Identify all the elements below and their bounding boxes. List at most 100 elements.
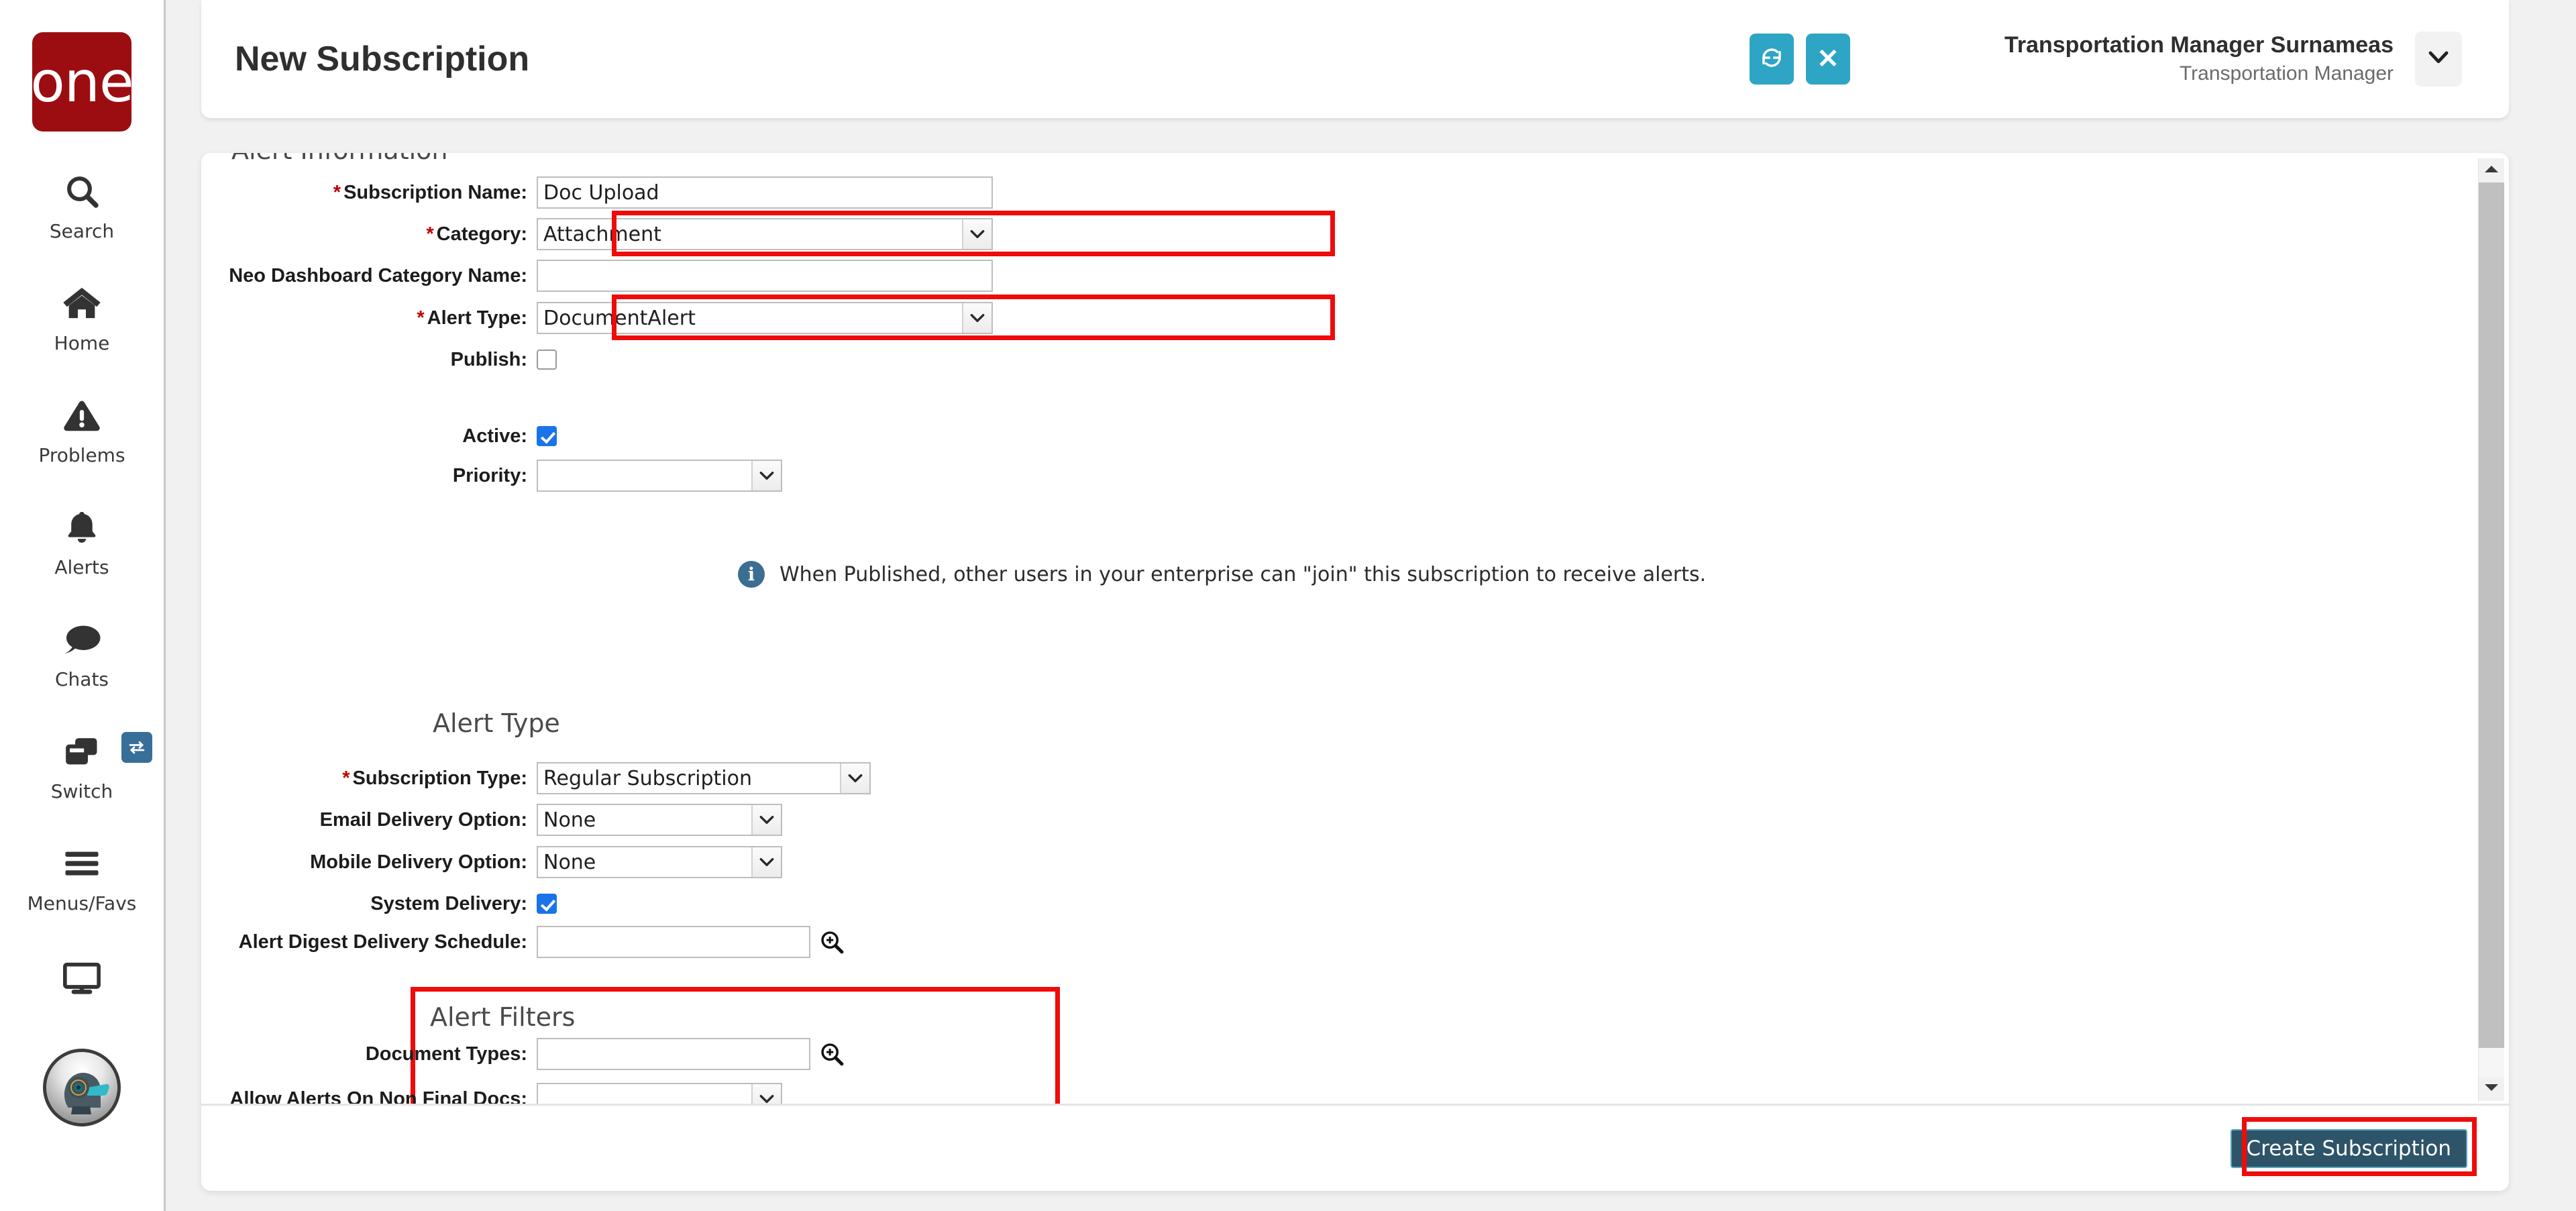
email-delivery-option-value: None <box>543 808 596 832</box>
label-text: Subscription Name: <box>343 181 527 203</box>
active-checkbox[interactable] <box>537 426 557 446</box>
one-logo[interactable]: one <box>30 32 134 131</box>
scrollbar-down-button[interactable] <box>2479 1077 2504 1101</box>
alert-type-section-heading: Alert Type <box>433 708 560 738</box>
document-types-input[interactable] <box>537 1038 810 1070</box>
field-row-mobile-delivery-option: Mobile Delivery Option: None <box>201 845 782 880</box>
chevron-down-icon[interactable] <box>751 847 781 877</box>
field-row-alert-type: * Alert Type: DocumentAlert <box>201 301 993 335</box>
alert-digest-delivery-schedule-input[interactable] <box>537 926 810 958</box>
field-row-system-delivery: System Delivery: <box>201 886 557 921</box>
caret-up-icon <box>2484 164 2499 177</box>
mobile-delivery-option-control: None <box>537 846 782 878</box>
field-row-priority: Priority: <box>201 458 782 493</box>
avatar[interactable] <box>43 1049 121 1126</box>
field-row-document-types: Document Types: <box>201 1037 845 1071</box>
page-title: New Subscription <box>235 40 530 78</box>
mobile-delivery-option-select[interactable]: None <box>537 846 782 878</box>
required-marker: * <box>342 767 350 789</box>
user-role: Transportation Manager <box>2179 62 2394 85</box>
chevron-down-icon <box>2427 49 2450 70</box>
subscription-type-value: Regular Subscription <box>543 766 753 790</box>
system-delivery-control <box>537 894 557 914</box>
close-button[interactable]: ✕ <box>1805 34 1850 85</box>
category-value: Attachment <box>543 222 661 246</box>
category-select[interactable]: Attachment <box>537 218 993 250</box>
sidebar-item-label: Switch <box>50 780 113 802</box>
field-row-category: * Category: Attachment <box>201 217 993 252</box>
allow-alerts-on-non-final-docs-label: Allow Alerts On Non Final Docs: <box>229 1088 527 1104</box>
label-text: Alert Type: <box>427 307 527 329</box>
neo-dashboard-category-name-input[interactable] <box>537 260 993 292</box>
logo-text: one <box>30 49 133 115</box>
user-info[interactable]: Transportation Manager Surnameas Transpo… <box>2004 32 2394 87</box>
magnifier-plus-icon[interactable] <box>818 929 845 955</box>
sidebar-item-search[interactable]: Search <box>0 169 165 242</box>
field-row-active: Active: <box>201 419 557 454</box>
required-marker: * <box>417 307 425 329</box>
priority-select[interactable] <box>537 460 782 492</box>
panel-footer: Create Subscription <box>201 1104 2509 1191</box>
alert-type-select[interactable]: DocumentAlert <box>537 302 993 334</box>
active-control <box>537 426 557 446</box>
content-scrollbar[interactable] <box>2478 158 2504 1101</box>
sidebar-item-monitor[interactable] <box>0 956 165 1007</box>
email-delivery-option-label: Email Delivery Option: <box>319 808 527 831</box>
allow-alerts-on-non-final-docs-select[interactable] <box>537 1083 782 1104</box>
sidebar-item-label: Home <box>54 332 110 354</box>
scrollbar-up-button[interactable] <box>2479 158 2504 182</box>
mobile-delivery-option-label: Mobile Delivery Option: <box>310 851 527 873</box>
magnifier-plus-icon[interactable] <box>818 1041 845 1067</box>
chevron-down-icon[interactable] <box>840 764 869 793</box>
scrollbar-thumb[interactable] <box>2479 182 2504 1048</box>
left-nav-rail: one Search Home Problems Alerts Chats Sw… <box>0 0 166 1211</box>
chevron-down-icon[interactable] <box>962 219 991 249</box>
label-text: Subscription Type: <box>352 767 527 789</box>
alert-information-heading: Alert Information <box>231 153 448 165</box>
system-delivery-checkbox[interactable] <box>537 894 557 914</box>
content-panel: Alert Information *Subscription Name: *C… <box>201 153 2509 1191</box>
publish-hint-text: When Published, other users in your ente… <box>780 562 1707 586</box>
chevron-down-icon[interactable] <box>962 303 991 333</box>
required-marker: * <box>426 223 434 245</box>
sidebar-item-switch[interactable]: Switch <box>0 729 165 802</box>
alert-type-control: DocumentAlert <box>537 302 993 334</box>
create-subscription-button[interactable]: Create Subscription <box>2230 1128 2467 1168</box>
refresh-button[interactable] <box>1749 34 1794 85</box>
alert-digest-delivery-schedule-control <box>537 926 845 958</box>
alert-type-label: * Alert Type: <box>201 307 537 329</box>
sidebar-item-problems[interactable]: Problems <box>0 393 165 466</box>
sidebar-item-label: Alerts <box>54 556 109 578</box>
publish-checkbox[interactable] <box>537 350 557 370</box>
chevron-down-icon[interactable] <box>751 461 781 490</box>
bell-icon <box>64 505 100 549</box>
subscription-name-control <box>537 176 993 209</box>
subscription-name-label: * Subscription Name: <box>201 182 537 204</box>
swap-arrows-icon[interactable] <box>121 732 152 763</box>
field-row-subscription-name: * Subscription Name: <box>201 175 993 210</box>
field-row-publish: Publish: <box>201 342 557 377</box>
windows-switch-icon <box>62 729 102 774</box>
sidebar-item-home[interactable]: Home <box>0 281 165 354</box>
priority-control <box>537 460 782 492</box>
monitor-icon <box>61 956 103 1000</box>
required-marker: * <box>333 181 341 203</box>
field-row-email-delivery-option: Email Delivery Option: None <box>201 802 782 837</box>
category-control: Attachment <box>537 218 993 250</box>
chevron-down-icon[interactable] <box>751 1084 781 1104</box>
priority-value <box>538 461 751 490</box>
form-scroll-area: Alert Information *Subscription Name: *C… <box>201 153 2509 1104</box>
sidebar-item-menus-favs[interactable]: Menus/Favs <box>0 841 165 914</box>
email-delivery-option-select[interactable]: None <box>537 804 782 836</box>
home-icon <box>62 281 102 325</box>
sidebar-item-label: Problems <box>38 444 125 466</box>
field-row-alert-digest-delivery-schedule: Alert Digest Delivery Schedule: <box>201 925 845 959</box>
sidebar-item-chats[interactable]: Chats <box>0 617 165 690</box>
sidebar-item-alerts[interactable]: Alerts <box>0 505 165 578</box>
subscription-type-select[interactable]: Regular Subscription <box>537 762 871 794</box>
scrollbar-track[interactable] <box>2479 182 2504 1077</box>
user-menu-button[interactable] <box>2415 32 2462 87</box>
priority-label: Priority: <box>452 464 527 486</box>
chevron-down-icon[interactable] <box>751 805 781 835</box>
subscription-name-input[interactable] <box>537 176 993 209</box>
